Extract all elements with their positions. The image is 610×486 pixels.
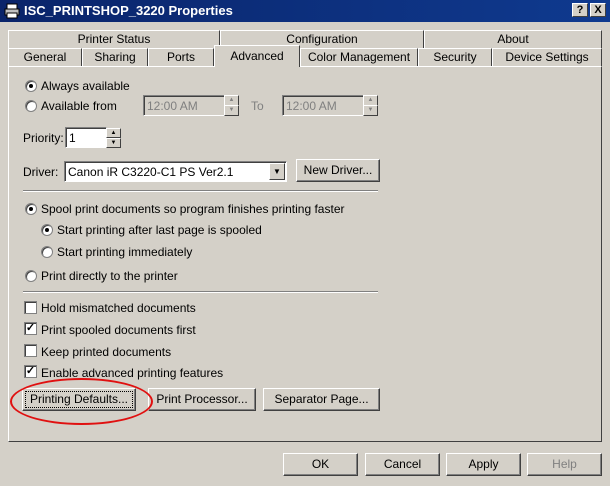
available-from-radio[interactable] xyxy=(25,100,37,112)
close-button[interactable]: X xyxy=(590,3,606,17)
separator xyxy=(23,291,378,293)
chevron-down-icon[interactable]: ▼ xyxy=(269,163,285,180)
hold-mismatched-label[interactable]: Hold mismatched documents xyxy=(41,301,196,315)
priority-input[interactable]: 1 xyxy=(65,127,107,148)
tab-ports[interactable]: Ports xyxy=(148,48,214,66)
tab-general[interactable]: General xyxy=(8,48,82,66)
apply-button[interactable]: Apply xyxy=(446,453,521,476)
keep-printed-checkbox[interactable] xyxy=(24,344,37,357)
ok-button[interactable]: OK xyxy=(283,453,358,476)
print-direct-label[interactable]: Print directly to the printer xyxy=(41,269,178,283)
available-from-label[interactable]: Available from xyxy=(41,99,117,113)
highlight-annotation xyxy=(10,378,153,425)
print-spooled-first-label[interactable]: Print spooled documents first xyxy=(41,323,196,337)
available-to-time-field[interactable]: 12:00 AM xyxy=(282,95,364,116)
always-available-radio[interactable] xyxy=(25,80,37,92)
tab-advanced[interactable]: Advanced xyxy=(214,45,300,67)
tab-about[interactable]: About xyxy=(424,30,602,48)
priority-down-icon[interactable]: ▼ xyxy=(106,138,121,148)
priority-up-icon[interactable]: ▲ xyxy=(106,128,121,138)
to-time-down-icon[interactable]: ▼ xyxy=(363,105,378,116)
keep-printed-label[interactable]: Keep printed documents xyxy=(41,345,171,359)
start-after-last-page-label[interactable]: Start printing after last page is spoole… xyxy=(57,223,262,237)
start-immediately-radio[interactable] xyxy=(41,246,53,258)
driver-select[interactable]: Canon iR C3220-C1 PS Ver2.1 xyxy=(64,161,287,182)
from-time-down-icon[interactable]: ▼ xyxy=(224,105,239,116)
new-driver-button[interactable]: New Driver... xyxy=(296,159,380,182)
priority-label: Priority: xyxy=(23,131,64,145)
tab-sharing[interactable]: Sharing xyxy=(82,48,148,66)
tab-device-settings[interactable]: Device Settings xyxy=(492,48,602,66)
help-dialog-button[interactable]: Help xyxy=(527,453,602,476)
printer-icon xyxy=(4,3,20,19)
separator xyxy=(23,190,378,192)
available-from-time-field[interactable]: 12:00 AM xyxy=(143,95,225,116)
tab-security[interactable]: Security xyxy=(418,48,492,66)
driver-label: Driver: xyxy=(23,165,59,179)
spool-label[interactable]: Spool print documents so program finishe… xyxy=(41,202,345,216)
print-spooled-first-checkbox[interactable]: ✓ xyxy=(24,322,37,335)
print-processor-button[interactable]: Print Processor... xyxy=(148,388,256,411)
tab-color-management[interactable]: Color Management xyxy=(300,48,418,66)
tab-printer-status[interactable]: Printer Status xyxy=(8,30,220,48)
start-after-last-page-radio[interactable] xyxy=(41,224,53,236)
always-available-label[interactable]: Always available xyxy=(41,79,130,93)
print-direct-radio[interactable] xyxy=(25,270,37,282)
to-label: To xyxy=(251,99,264,113)
spool-radio[interactable] xyxy=(25,203,37,215)
cancel-button[interactable]: Cancel xyxy=(365,453,440,476)
title-bar[interactable]: ISC_PRINTSHOP_3220 Properties ? X xyxy=(0,0,610,22)
enable-advanced-features-checkbox[interactable]: ✓ xyxy=(24,365,37,378)
hold-mismatched-checkbox[interactable] xyxy=(24,301,37,314)
help-button[interactable]: ? xyxy=(572,3,588,17)
separator-page-button[interactable]: Separator Page... xyxy=(263,388,380,411)
window-title: ISC_PRINTSHOP_3220 Properties xyxy=(24,3,233,18)
start-immediately-label[interactable]: Start printing immediately xyxy=(57,245,192,259)
